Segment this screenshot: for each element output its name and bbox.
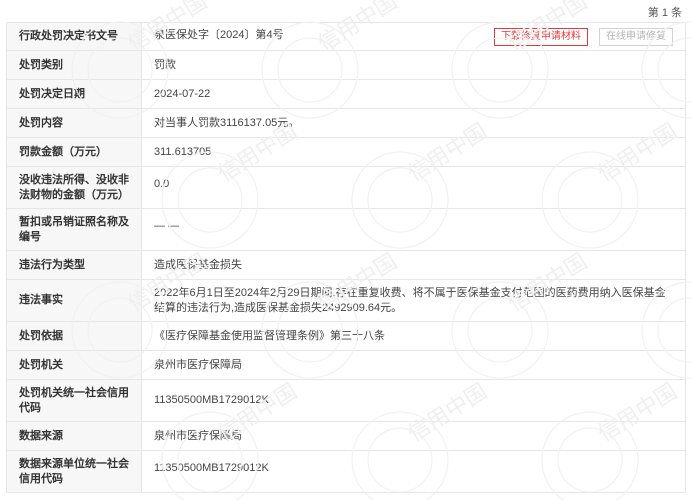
row-label: 罚款金额（万元） (6, 137, 142, 167)
row-label: 数据来源 (6, 421, 142, 451)
row-value: 11350500MB1729012K (141, 450, 686, 493)
table-row-data-source: 数据来源 泉州市医疗保障局 (6, 421, 686, 451)
table-row-source-credit-code: 数据来源单位统一社会信用代码 11350500MB1729012K (6, 450, 686, 493)
row-value: 2022年6月1日至2024年2月29日期间,存在重复收费、将不属于医保基金支付… (141, 279, 686, 322)
row-value: 2024-07-22 (141, 79, 686, 109)
table-row-fine-amount: 罚款金额（万元） 311.613705 (6, 137, 686, 167)
table-row-penalty-category: 处罚类别 罚款 (6, 50, 686, 80)
row-label: 行政处罚决定书文号 (6, 22, 142, 51)
row-label: 违法事实 (6, 279, 142, 322)
table-row-penalty-authority: 处罚机关 泉州市医疗保障局 (6, 350, 686, 380)
table-row-license-revocation: 暂扣或吊销证照名称及编号 — — (6, 208, 686, 251)
row-value: 对当事人罚款3116137.05元。 (141, 108, 686, 138)
row-label: 数据来源单位统一社会信用代码 (6, 450, 142, 493)
row-value: 泉医保处字〔2024〕第4号 (154, 28, 284, 41)
table-row-violation-facts: 违法事实 2022年6月1日至2024年2月29日期间,存在重复收费、将不属于医… (6, 279, 686, 322)
table-row-penalty-content: 处罚内容 对当事人罚款3116137.05元。 (6, 108, 686, 138)
row-label: 处罚机关统一社会信用代码 (6, 379, 142, 422)
row-value: — — (141, 208, 686, 251)
table-row-violation-type: 违法行为类型 造成医保基金损失 (6, 250, 686, 280)
table-row-confiscated-amount: 没收违法所得、没收非法财物的金额（万元） 0.0 (6, 166, 686, 209)
table-row-decision-date: 处罚决定日期 2024-07-22 (6, 79, 686, 109)
row-value: 罚款 (141, 50, 686, 80)
row-label: 处罚机关 (6, 350, 142, 380)
row-label: 违法行为类型 (6, 250, 142, 280)
download-repair-materials-button[interactable]: 下载修复申请材料 (493, 27, 588, 46)
row-value: 0.0 (141, 166, 686, 209)
row-label: 处罚决定日期 (6, 79, 142, 109)
row-value: 11350500MB1729012K (141, 379, 686, 422)
penalty-detail-table: 行政处罚决定书文号 泉医保处字〔2024〕第4号 下载修复申请材料 在线申请修复… (6, 22, 686, 493)
online-repair-application-button[interactable]: 在线申请修复 (599, 27, 673, 46)
row-value: 泉州市医疗保障局 (141, 350, 686, 380)
row-value: 造成医保基金损失 (141, 250, 686, 280)
table-row-authority-credit-code: 处罚机关统一社会信用代码 11350500MB1729012K (6, 379, 686, 422)
table-row-decision-number: 行政处罚决定书文号 泉医保处字〔2024〕第4号 下载修复申请材料 在线申请修复 (6, 22, 686, 51)
row-label: 暂扣或吊销证照名称及编号 (6, 208, 142, 251)
row-label: 处罚内容 (6, 108, 142, 138)
row-value: 311.613705 (141, 137, 686, 167)
row-label: 没收违法所得、没收非法财物的金额（万元） (6, 166, 142, 209)
record-index-label: 第 1 条 (647, 7, 682, 19)
row-label: 处罚依据 (6, 321, 142, 351)
row-label: 处罚类别 (6, 50, 142, 80)
row-value: 《医疗保障基金使用监督管理条例》第三十八条 (141, 321, 686, 351)
repair-buttons: 下载修复申请材料 在线申请修复 (486, 27, 673, 46)
row-value: 泉州市医疗保障局 (141, 421, 686, 451)
table-row-penalty-basis: 处罚依据 《医疗保障基金使用监督管理条例》第三十八条 (6, 321, 686, 351)
